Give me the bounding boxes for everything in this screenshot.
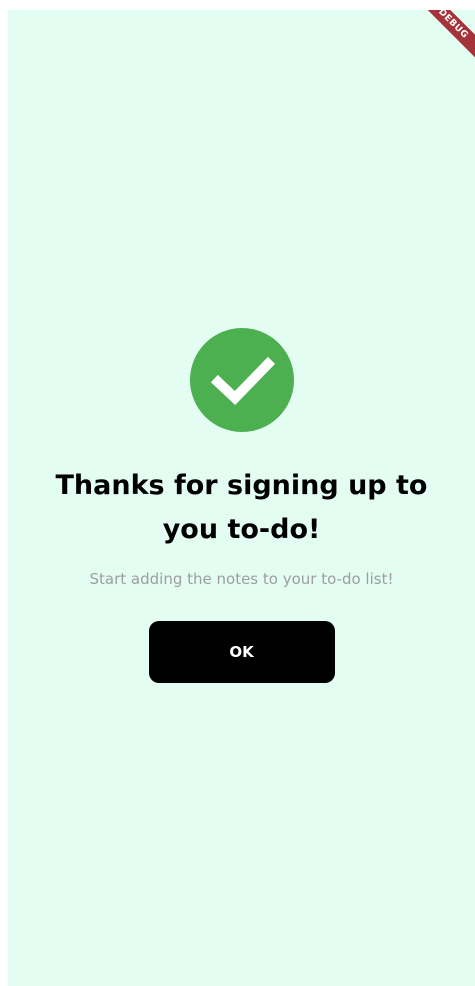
checkmark-icon [210,356,275,406]
check-circle-icon [189,328,294,432]
signup-success-panel: Thanks for signing up to you to-do! Star… [8,328,475,683]
ok-button[interactable]: OK [148,621,335,683]
debug-banner: DEBUG [413,10,475,64]
page-title: Thanks for signing up to you to-do! [55,470,428,545]
app-screen: DEBUG Thanks for signing up to you to-do… [8,10,475,986]
subtitle-text: Start adding the notes to your to-do lis… [89,570,394,588]
